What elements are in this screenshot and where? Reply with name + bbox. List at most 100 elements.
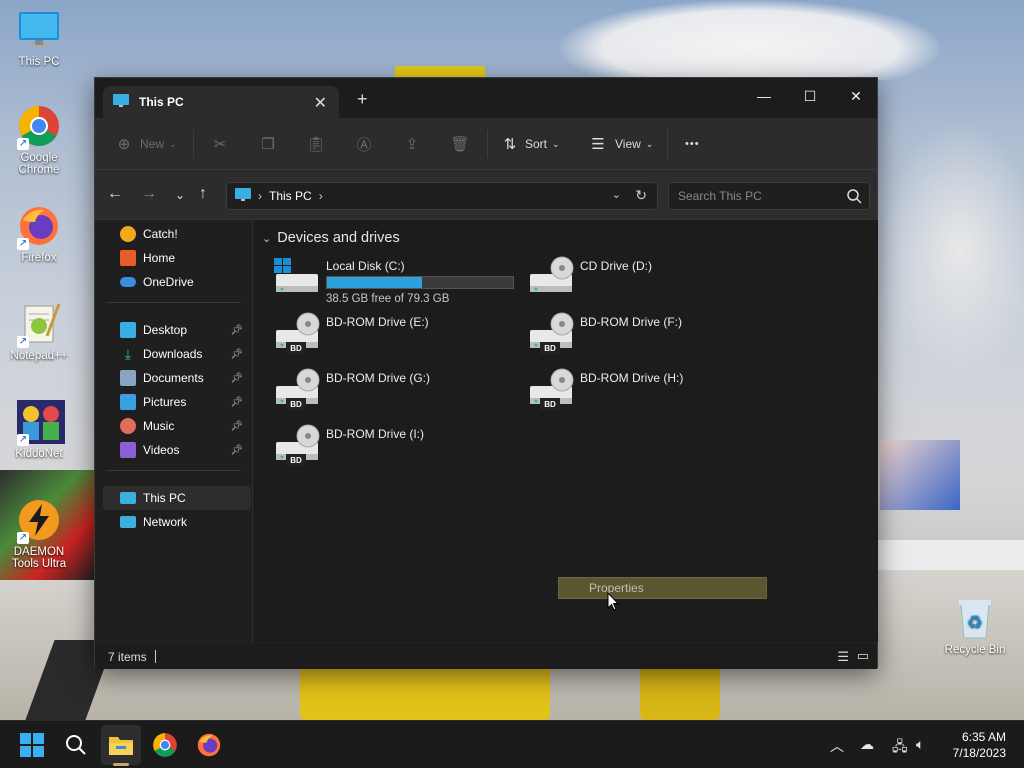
- search-input[interactable]: Search This PC: [668, 182, 870, 210]
- new-button-label: New: [140, 137, 165, 151]
- sort-button[interactable]: ⇅ Sort ⌄: [501, 132, 560, 156]
- view-button-label: View: [615, 137, 641, 151]
- windows-drive-icon: [274, 256, 320, 298]
- desktop-icon-daemon-tools[interactable]: ↗ DAEMON Tools Ultra: [3, 498, 75, 570]
- sidebar-item-home[interactable]: Home: [103, 246, 251, 270]
- sidebar-item-label: Videos: [143, 443, 180, 457]
- sidebar-item-this-pc[interactable]: This PC: [103, 486, 251, 510]
- desktop-icon-recycle-bin[interactable]: ♻ Recycle Bin: [942, 596, 1008, 656]
- onedrive-icon: [120, 277, 136, 287]
- navigation-bar: ← → ⌄ ↑ › This PC › ⌄ ↻ Search This PC: [95, 170, 877, 220]
- sidebar-item-label: Network: [143, 515, 188, 529]
- desktop-icon-label: This PC: [18, 56, 60, 68]
- sidebar-item-label: Desktop: [143, 323, 188, 337]
- properties-tooltip: Properties: [558, 577, 767, 599]
- drive-name: CD Drive (D:): [580, 259, 652, 273]
- svg-text:BD: BD: [544, 400, 556, 409]
- desktop-icon-chrome[interactable]: ↗ Google Chrome: [3, 104, 75, 176]
- group-header-devices-and-drives[interactable]: ⌄ Devices and drives: [262, 230, 400, 246]
- kiddonet-icon: ↗: [17, 400, 65, 446]
- sidebar-item-videos[interactable]: Videos 📌︎: [103, 438, 251, 462]
- close-button[interactable]: ✕: [833, 82, 879, 110]
- back-arrow-icon[interactable]: ←: [107, 185, 123, 203]
- system-clock[interactable]: 6:35 AM 7/18/2023: [953, 729, 1006, 761]
- address-bar[interactable]: › This PC › ⌄ ↻: [226, 182, 658, 210]
- background-shape: [878, 540, 1024, 570]
- volume-icon[interactable]: 🔈︎: [916, 736, 924, 753]
- drive-name: BD-ROM Drive (H:): [580, 371, 684, 385]
- details-view-icon[interactable]: ☰: [837, 649, 849, 665]
- drive-bd-rom-i[interactable]: BD BD-ROM Drive (I:): [274, 424, 524, 476]
- home-icon: [120, 250, 136, 266]
- firefox-icon: [197, 733, 221, 757]
- address-history-chevron-icon[interactable]: ⌄: [612, 188, 621, 201]
- tab-this-pc[interactable]: This PC ✕: [103, 86, 339, 118]
- desktop-icon: [120, 322, 136, 338]
- recent-locations-chevron-icon[interactable]: ⌄: [175, 188, 185, 202]
- sidebar-item-pictures[interactable]: Pictures 📌︎: [103, 390, 251, 414]
- downloads-icon: ⤓: [124, 346, 132, 362]
- sidebar-item-desktop[interactable]: Desktop 📌︎: [103, 318, 251, 342]
- shortcut-arrow-icon: ↗: [17, 532, 29, 544]
- desktop-icon-label: Recycle Bin: [944, 644, 1006, 656]
- up-arrow-icon[interactable]: ↑: [199, 185, 207, 203]
- onedrive-offline-icon[interactable]: ☁: [860, 736, 874, 753]
- sidebar-item-catch[interactable]: Catch!: [103, 222, 251, 246]
- monitor-icon: [17, 8, 61, 52]
- sidebar-item-documents[interactable]: Documents 📌︎: [103, 366, 251, 390]
- taskbar-chrome[interactable]: [150, 730, 180, 760]
- minimize-button[interactable]: —: [741, 82, 787, 110]
- share-button[interactable]: ⇪: [403, 132, 421, 156]
- sidebar-item-label: Home: [143, 251, 176, 265]
- paste-button[interactable]: 📋︎: [306, 132, 325, 156]
- bd-drive-icon: BD: [528, 368, 574, 410]
- rename-button[interactable]: Ⓐ: [355, 132, 373, 156]
- sidebar-item-label: Music: [143, 419, 175, 433]
- close-tab-icon[interactable]: ✕: [314, 93, 327, 113]
- drive-local-disk-c[interactable]: Local Disk (C:) 38.5 GB free of 79.3 GB: [274, 256, 524, 308]
- search-placeholder: Search This PC: [678, 189, 762, 203]
- recycle-bin-icon: ♻: [955, 596, 995, 640]
- drive-cd-d[interactable]: CD Drive (D:): [528, 256, 778, 308]
- drive-bd-rom-e[interactable]: BD BD-ROM Drive (E:): [274, 312, 524, 364]
- clock-time: 6:35 AM: [961, 730, 1006, 744]
- view-button[interactable]: ☰ View ⌄: [589, 132, 653, 156]
- start-button[interactable]: [17, 730, 47, 760]
- more-options-button[interactable]: •••: [685, 132, 700, 156]
- desktop-icon-this-pc[interactable]: This PC: [3, 8, 75, 68]
- background-shape: [640, 665, 720, 720]
- sidebar-item-network[interactable]: Network: [103, 510, 251, 534]
- network-icon: [120, 516, 136, 528]
- search-button[interactable]: [61, 730, 91, 760]
- desktop-icon-kiddonet[interactable]: ↗ KiddoNet: [3, 400, 75, 460]
- copy-button[interactable]: ❐: [259, 132, 277, 156]
- desktop-icon-firefox[interactable]: ↗ Firefox: [3, 204, 75, 264]
- new-button[interactable]: ⊕ New ⌄: [115, 132, 177, 156]
- drive-bd-rom-f[interactable]: BD BD-ROM Drive (F:): [528, 312, 778, 364]
- breadcrumb-this-pc[interactable]: This PC: [269, 189, 312, 203]
- sidebar-item-onedrive[interactable]: OneDrive: [103, 270, 251, 294]
- refresh-icon[interactable]: ↻: [635, 187, 647, 204]
- large-icons-view-icon[interactable]: ▭: [857, 648, 869, 664]
- catch-icon: [120, 226, 136, 242]
- delete-button[interactable]: 🗑︎: [450, 132, 469, 156]
- search-icon: [66, 735, 86, 755]
- sidebar-item-label: Downloads: [143, 347, 203, 361]
- search-icon[interactable]: [846, 187, 862, 204]
- taskbar-file-explorer[interactable]: [101, 725, 141, 765]
- sidebar-item-music[interactable]: Music 📌︎: [103, 414, 251, 438]
- sidebar-item-label: Documents: [143, 371, 204, 385]
- sidebar-item-downloads[interactable]: ⤓ Downloads 📌︎: [103, 342, 251, 366]
- drive-bd-rom-h[interactable]: BD BD-ROM Drive (H:): [528, 368, 778, 420]
- drive-bd-rom-g[interactable]: BD BD-ROM Drive (G:): [274, 368, 524, 420]
- show-hidden-icons-chevron-icon[interactable]: ︿: [830, 736, 844, 756]
- maximize-button[interactable]: ☐: [787, 82, 833, 110]
- new-tab-button[interactable]: +: [357, 89, 368, 110]
- svg-text:BD: BD: [544, 344, 556, 353]
- network-icon[interactable]: 🖧︎: [892, 736, 908, 760]
- desktop-icon-notepadpp[interactable]: ↗ Notepad++: [3, 302, 75, 362]
- breadcrumb-chevron-icon[interactable]: ›: [319, 189, 323, 203]
- forward-arrow-icon[interactable]: →: [141, 185, 157, 203]
- cut-button[interactable]: ✂: [211, 132, 229, 156]
- taskbar-firefox[interactable]: [194, 730, 224, 760]
